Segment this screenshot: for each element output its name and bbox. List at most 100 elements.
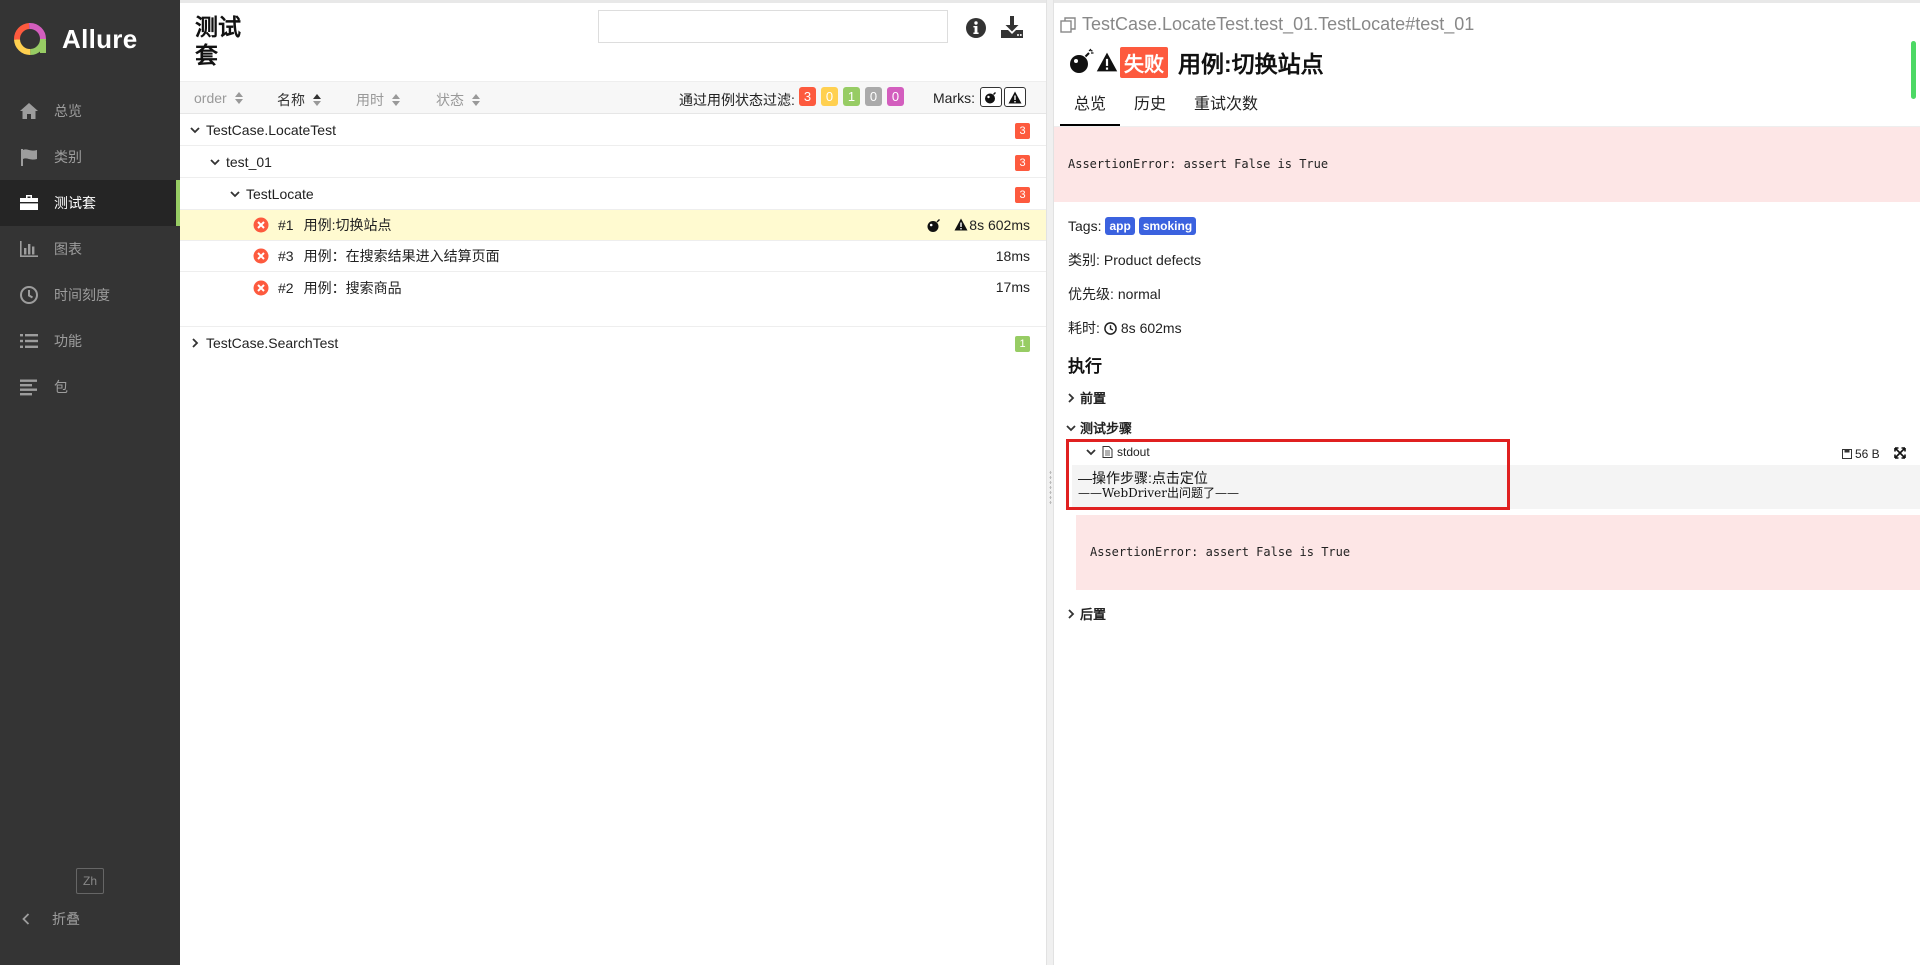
chevron-down-icon — [230, 189, 240, 199]
sidebar-nav: 总览 类别 测试套 图表 时间刻度 功能 包 — [0, 88, 180, 410]
expand-icon[interactable] — [1894, 447, 1906, 459]
filter-broken-toggle[interactable]: 0 — [821, 87, 838, 106]
test-case-order: #1 — [278, 217, 294, 233]
sort-by-status[interactable]: 状态 — [436, 90, 480, 110]
info-icon[interactable] — [965, 17, 987, 39]
tab-overview[interactable]: 总览 — [1060, 93, 1121, 127]
sort-arrows-icon — [313, 94, 321, 106]
tree-group-name: TestCase.LocateTest — [206, 121, 336, 138]
warning-icon — [1096, 52, 1118, 72]
teardown-label: 后置 — [1080, 607, 1107, 622]
sidebar-item-categories[interactable]: 类别 — [0, 134, 180, 180]
sort-bar: order 名称 用时 状态 通过用例状态过滤: 3 0 1 0 0 Marks… — [180, 81, 1046, 114]
sidebar-item-label: 包 — [54, 379, 68, 395]
failed-count-badge: 3 — [1015, 155, 1030, 171]
test-path-text: TestCase.LocateTest.test_01.TestLocate#t… — [1082, 14, 1475, 34]
tags-row: Tags: app smoking — [1068, 217, 1197, 235]
test-case-duration: 8s 602ms — [969, 217, 1030, 233]
sidebar-item-label: 功能 — [54, 333, 82, 349]
test-detail-panel: TestCase.LocateTest.test_01.TestLocate#t… — [1054, 0, 1920, 965]
sort-label: 用时 — [356, 92, 384, 108]
test-case-row[interactable]: #1 用例:切换站点 8s 602ms — [180, 210, 1046, 241]
steps-label: 测试步骤 — [1080, 421, 1133, 436]
sort-label: order — [194, 90, 227, 106]
sidebar-item-behaviors[interactable]: 功能 — [0, 318, 180, 364]
test-steps-section[interactable]: 测试步骤 — [1066, 418, 1132, 437]
tab-retries[interactable]: 重试次数 — [1180, 93, 1272, 127]
collapse-label: 折叠 — [52, 911, 80, 927]
sidebar-item-overview[interactable]: 总览 — [0, 88, 180, 134]
test-case-name: 用例：搜索商品 — [303, 279, 402, 296]
sidebar-item-graphs[interactable]: 图表 — [0, 226, 180, 272]
tag-badge: smoking — [1138, 217, 1197, 235]
bomb-icon — [985, 92, 996, 104]
brand[interactable]: Allure — [0, 0, 180, 78]
tree-group-locatetest[interactable]: TestCase.LocateTest 3 — [180, 114, 1046, 146]
tab-history[interactable]: 历史 — [1120, 93, 1180, 127]
filter-failed-toggle[interactable]: 3 — [799, 87, 816, 106]
bomb-icon — [927, 219, 940, 232]
chevron-down-icon — [210, 157, 220, 167]
tree-group-test01[interactable]: test_01 3 — [180, 146, 1046, 178]
test-title: 用例:切换站点 — [1178, 51, 1324, 77]
sidebar-item-label: 总览 — [54, 103, 82, 119]
sort-arrows-icon — [472, 94, 480, 106]
sort-arrows-icon — [234, 92, 243, 104]
clock-icon — [18, 285, 40, 305]
bar-chart-icon — [18, 239, 40, 259]
error-message: AssertionError: assert False is True — [1054, 127, 1920, 202]
mark-flaky-button[interactable] — [980, 87, 1002, 107]
severity-row: 优先级: normal — [1068, 284, 1161, 304]
filter-skipped-toggle[interactable]: 0 — [865, 87, 882, 106]
teardown-section[interactable]: 后置 — [1066, 604, 1106, 623]
scrollbar[interactable] — [1911, 41, 1916, 99]
filter-unknown-toggle[interactable]: 0 — [887, 87, 904, 106]
failed-status-icon — [253, 217, 269, 233]
language-switch-button[interactable]: Zh — [76, 868, 104, 894]
test-case-name: 用例:切换站点 — [303, 217, 392, 233]
duration-value: 8s 602ms — [1120, 320, 1182, 336]
search-input[interactable] — [598, 10, 948, 43]
highlight-box — [1066, 439, 1510, 510]
clock-icon — [1104, 321, 1117, 335]
setup-section[interactable]: 前置 — [1066, 388, 1106, 407]
page-title: 测试套 — [195, 14, 241, 68]
sidebar-item-label: 测试套 — [54, 195, 96, 211]
tree-spacer — [180, 303, 1046, 327]
briefcase-icon — [18, 193, 40, 213]
sort-by-order[interactable]: order — [194, 90, 243, 106]
tree-group-testlocate[interactable]: TestLocate 3 — [180, 178, 1046, 210]
tree-group-name: test_01 — [226, 153, 272, 170]
collapse-button[interactable]: 折叠 — [0, 900, 80, 938]
severity-value: normal — [1117, 286, 1161, 302]
copy-icon[interactable] — [1060, 16, 1076, 33]
download-icon[interactable] — [1000, 15, 1024, 39]
passed-count-badge: 1 — [1015, 336, 1030, 352]
test-case-order: #2 — [278, 279, 294, 296]
sidebar-item-timeline[interactable]: 时间刻度 — [0, 272, 180, 318]
test-case-row[interactable]: #2 用例：搜索商品 17ms — [180, 272, 1046, 303]
sidebar-item-suites[interactable]: 测试套 — [0, 180, 180, 226]
tree-group-searchtest[interactable]: TestCase.SearchTest 1 — [180, 327, 1046, 359]
sort-by-name[interactable]: 名称 — [277, 90, 321, 110]
status-filter-label: 通过用例状态过滤: — [679, 92, 795, 108]
test-case-duration: 18ms — [995, 248, 1030, 264]
detail-tabs: 总览 历史 重试次数 — [1060, 93, 1272, 127]
home-icon — [18, 101, 40, 121]
attachment-size-value: 56 B — [1855, 447, 1880, 461]
step-error-message: AssertionError: assert False is True — [1076, 515, 1920, 590]
duration-row: 耗时: 8s 602ms — [1068, 318, 1182, 338]
status-badge: 失败 — [1120, 46, 1168, 78]
test-case-row[interactable]: #3 用例：在搜索结果进入结算页面 18ms — [180, 241, 1046, 272]
category-label: 类别: — [1068, 252, 1100, 268]
sort-by-duration[interactable]: 用时 — [356, 90, 400, 110]
bomb-icon — [1070, 48, 1094, 73]
warning-icon — [954, 218, 968, 231]
mark-new-failed-button[interactable] — [1004, 87, 1026, 107]
sidebar-item-packages[interactable]: 包 — [0, 364, 180, 410]
category-value: Product defects — [1103, 252, 1202, 268]
flag-icon — [18, 147, 40, 167]
panel-splitter[interactable] — [1046, 0, 1054, 965]
sort-label: 名称 — [277, 92, 305, 108]
filter-passed-toggle[interactable]: 1 — [843, 87, 860, 106]
